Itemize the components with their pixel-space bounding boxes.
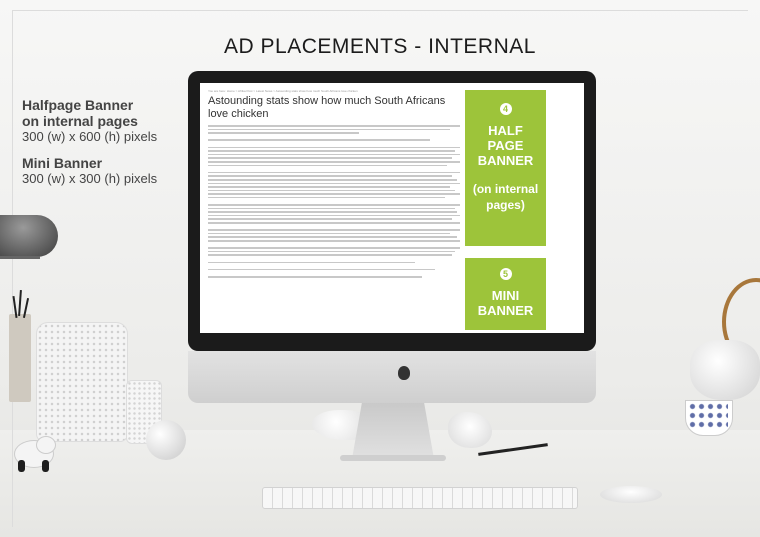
article-body [208,125,460,278]
lamp-arm [0,256,40,259]
text-line [208,250,455,253]
text-line [208,193,460,195]
text-line [208,153,460,156]
keyboard [262,487,578,509]
page-title: AD PLACEMENTS - INTERNAL [224,35,536,58]
info-panel: Halfpage Banner on internal pages 300 (w… [22,97,192,197]
text-line [208,207,455,210]
text-line [208,160,460,163]
mini-banner-line1: MINI [491,288,520,303]
monitor-chin [188,351,596,403]
text-line [208,178,458,181]
panda-head [36,436,56,454]
cup-pattern [688,402,728,428]
text-line [208,247,460,249]
text-line [208,236,458,238]
mini-banner-line2: BANNER [477,303,534,318]
text-line [208,128,450,131]
white-kettle [690,340,760,400]
text-line [208,196,445,199]
text-line [208,175,453,177]
crumpled-paper [448,412,492,448]
text-line [208,218,453,221]
text-line [208,229,460,231]
text-line [208,211,458,213]
halfpage-heading-line2: on internal pages [22,113,138,129]
text-line [208,139,430,141]
half-banner-sub1: (on internal [472,182,539,196]
halfpage-size: 300 (w) x 600 (h) pixels [22,129,158,144]
frame-line [12,10,748,11]
text-line [208,214,460,217]
article: You are here: Home > Afrika Post > Lates… [208,89,460,280]
half-banner-number: 4 [499,103,512,115]
panda-leg [42,460,49,472]
text-line [208,275,423,278]
page: AD PLACEMENTS - INTERNAL Halfpage Banner… [0,0,760,537]
mini-banner-number: 5 [499,268,512,280]
frame-line [12,10,13,527]
text-line [208,261,415,264]
text-line [208,132,360,134]
text-line [208,204,460,206]
half-banner-line1: HALF [488,123,523,138]
text-line [208,171,460,174]
text-line [208,146,460,149]
text-line [208,157,453,159]
text-line [208,254,453,256]
text-line [208,189,455,192]
dotted-vase [36,322,128,442]
mini-banner[interactable]: 5 MINI BANNER [465,258,546,330]
article-headline[interactable]: Astounding stats show how much South Afr… [208,95,460,121]
text-line [208,150,455,152]
halfpage-heading-line1: Halfpage Banner [22,97,134,113]
half-banner-line2: PAGE [487,138,524,153]
half-banner-line3: BANNER [477,153,534,168]
panda-leg [18,460,25,472]
half-banner-sub2: pages) [486,198,525,212]
text-line [208,164,448,167]
mouse [600,486,662,503]
text-line [208,232,450,235]
text-line [208,182,460,185]
text-line [208,240,460,242]
apple-logo-icon [398,366,410,380]
text-line [208,125,460,127]
white-sphere [146,420,186,460]
desk-lamp [0,215,58,257]
mini-heading: Mini Banner [22,155,103,171]
text-line [208,268,435,271]
half-page-banner[interactable]: 4 HALF PAGE BANNER (on internal pages) [465,90,546,246]
text-line [208,222,460,224]
text-line [208,186,450,188]
monitor-foot [340,455,446,461]
monitor-stand [352,403,434,459]
pencil-cup [9,314,31,402]
mini-size: 300 (w) x 300 (h) pixels [22,171,158,186]
